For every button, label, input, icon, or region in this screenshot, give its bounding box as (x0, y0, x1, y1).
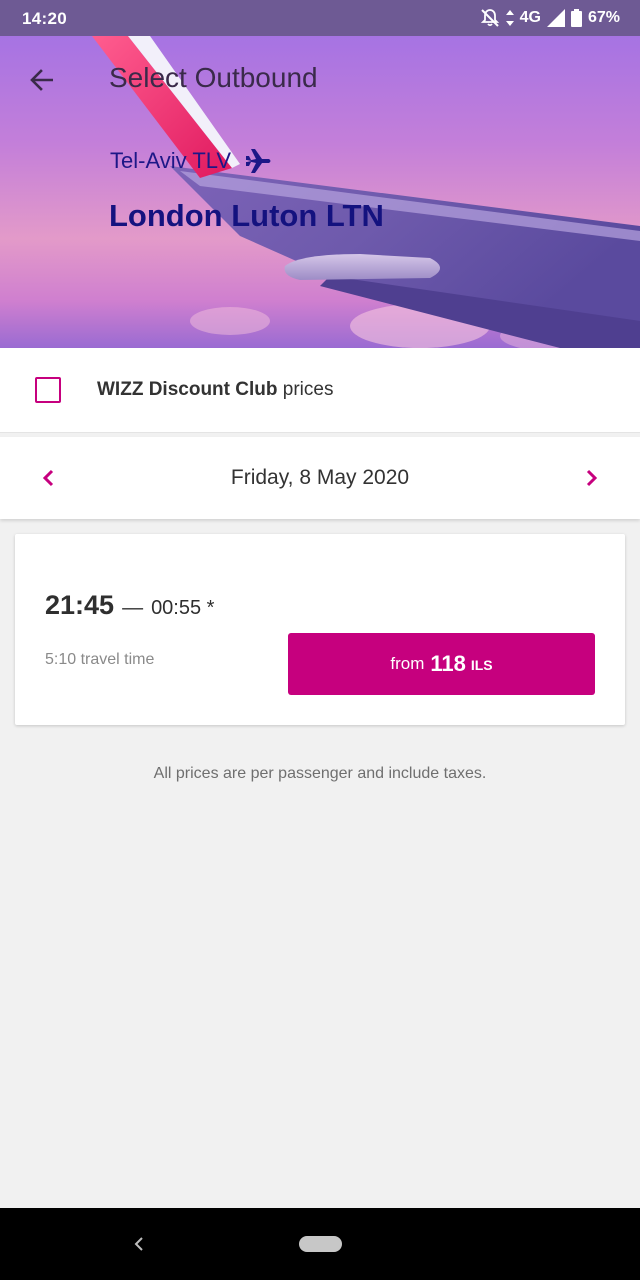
flight-times: 21:45 — 00:55 * (45, 590, 214, 621)
discount-club-label: WIZZ Discount Club prices (97, 379, 333, 401)
discount-club-checkbox[interactable] (35, 377, 61, 403)
origin-row: Tel-Aviv TLV (110, 147, 273, 175)
wing-illustration (92, 36, 640, 348)
origin-label: Tel-Aviv TLV (110, 148, 232, 173)
price-prefix: from (390, 654, 425, 673)
system-back-button[interactable] (127, 1232, 151, 1256)
destination-label: London Luton LTN (109, 198, 384, 233)
arrival-time: 00:55 * (151, 597, 215, 619)
data-arrows-icon (505, 10, 514, 26)
status-time: 14:20 (22, 9, 67, 28)
screen: 14:20 4G 67% Select Outbound Tel-Aviv TL… (0, 0, 640, 1280)
time-separator: — (122, 596, 144, 619)
chevron-left-icon (134, 1237, 143, 1251)
system-navigation-bar (0, 1208, 640, 1280)
chevron-right-icon (586, 469, 598, 487)
selected-date: Friday, 8 May 2020 (230, 466, 410, 489)
price-currency: ILS (470, 657, 493, 673)
travel-time: 5:10 travel time (45, 651, 155, 668)
page-title: Select Outbound (109, 62, 318, 93)
airplane-icon (246, 149, 271, 173)
price-amount: 118 (430, 651, 466, 676)
discount-club-suffix: prices (282, 379, 334, 400)
header-banner: Select Outbound Tel-Aviv TLV London Luto… (0, 36, 640, 348)
status-bar: 14:20 4G 67% (0, 0, 640, 36)
signal-icon (546, 9, 565, 27)
battery-icon (570, 9, 582, 27)
select-price-button[interactable]: from 118 ILS (288, 633, 595, 695)
notifications-off-icon (480, 8, 500, 28)
flight-card[interactable]: 21:45 — 00:55 * 5:10 travel time from 11… (15, 534, 625, 725)
discount-club-row[interactable]: WIZZ Discount Club prices (0, 348, 640, 433)
battery-percent: 67% (587, 9, 620, 26)
status-icons: 4G 67% (480, 8, 620, 28)
home-pill[interactable] (299, 1236, 342, 1252)
date-navigation: Friday, 8 May 2020 (0, 437, 640, 519)
discount-club-brand: WIZZ Discount Club (97, 379, 278, 400)
price-footnote: All prices are per passenger and include… (153, 765, 487, 782)
departure-time: 21:45 (45, 590, 115, 620)
back-button[interactable] (22, 60, 62, 100)
back-arrow-icon (30, 69, 53, 91)
next-day-button[interactable] (577, 463, 607, 493)
network-type-label: 4G (519, 9, 541, 26)
